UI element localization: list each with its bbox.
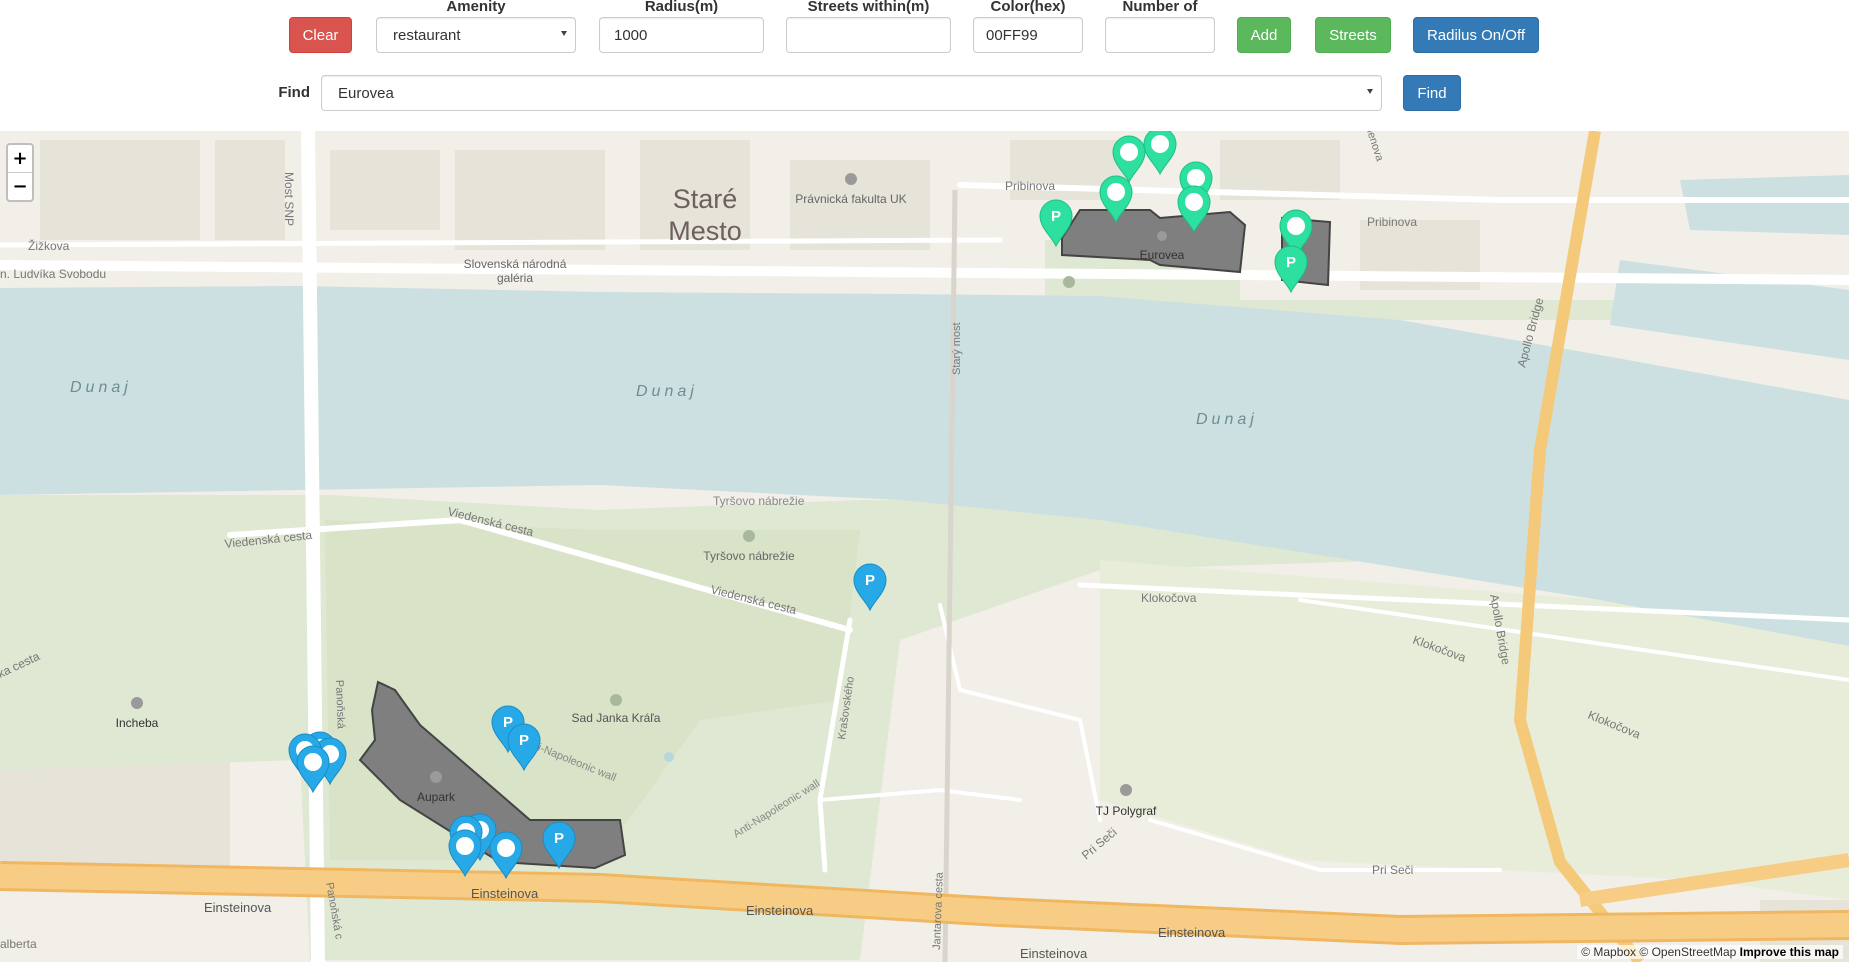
find-select-value: Eurovea <box>338 84 394 102</box>
label-incheba: Incheba <box>116 716 159 730</box>
clear-button[interactable]: Clear <box>289 17 352 53</box>
color-label: Color(hex) <box>990 0 1066 15</box>
label-dunaj: Dunaj <box>1196 411 1258 428</box>
amenity-select-value: restaurant <box>393 26 461 44</box>
label-stary-most: Starý most <box>951 322 963 375</box>
label-tj-polygraf: TJ Polygraf <box>1096 804 1157 818</box>
streets-button[interactable]: Streets <box>1315 17 1391 53</box>
attribution-osm[interactable]: © OpenStreetMap <box>1639 945 1736 959</box>
streets-within-input[interactable] <box>786 17 951 53</box>
find-select[interactable]: Eurovea <box>321 75 1382 111</box>
controls-toolbar: Clear Amenity restaurant Radius(m) 1000 … <box>0 0 1849 131</box>
amenity-label: Amenity <box>446 0 506 15</box>
label-einsteinova: Einsteinova <box>204 900 272 915</box>
parking-letter: P <box>503 714 513 731</box>
label-snd: Slovenská národná <box>464 257 567 271</box>
amenity-select[interactable]: restaurant <box>376 17 576 53</box>
parking-letter: P <box>865 572 875 589</box>
parking-letter: P <box>519 732 529 749</box>
label-pravnicka: Právnická fakulta UK <box>795 192 906 206</box>
label-einsteinova: Einsteinova <box>746 903 814 918</box>
label-klokocova: Klokočova <box>1141 591 1197 605</box>
label-dunaj: Dunaj <box>636 383 698 400</box>
map-attribution: © Mapbox © OpenStreetMap Improve this ma… <box>1577 945 1843 959</box>
label-panonska: Panoňská <box>333 680 347 730</box>
find-button[interactable]: Find <box>1403 75 1461 111</box>
streets-within-label: Streets within(m) <box>807 0 930 15</box>
label-stare-mesto: Staré <box>673 184 738 214</box>
label-einsteinova: Einsteinova <box>471 886 539 901</box>
label-alberta: alberta <box>0 937 37 951</box>
label-ludvika-svobodu: n. Ludvíka Svobodu <box>0 267 106 281</box>
zoom-out-button[interactable]: − <box>8 172 32 200</box>
label-most-snp: Most SNP <box>282 172 296 226</box>
zoom-in-button[interactable]: + <box>8 145 32 172</box>
radius-toggle-button[interactable]: Radilus On/Off <box>1413 17 1539 53</box>
label-sad-janka: Sad Janka Kráľa <box>572 711 661 725</box>
color-input[interactable]: 00FF99 <box>973 17 1083 53</box>
improve-map-link[interactable]: Improve this map <box>1740 945 1839 959</box>
label-pribinova: Pribinova <box>1005 179 1055 193</box>
label-tyrsovo: Tyršovo nábrežie <box>703 549 795 563</box>
parking-letter: P <box>1286 254 1296 271</box>
map-canvas[interactable]: Staré Mesto Právnická fakulta UK Slovens… <box>0 131 1849 962</box>
label-eurovea: Eurovea <box>1140 248 1185 262</box>
harbour-water <box>1680 175 1849 235</box>
label-snd: galéria <box>497 271 533 285</box>
label-zizkova: Žižkova <box>28 238 70 253</box>
map-view[interactable]: Staré Mesto Právnická fakulta UK Slovens… <box>0 131 1849 962</box>
radius-label: Radius(m) <box>644 0 719 15</box>
parking-letter: P <box>1051 208 1061 225</box>
label-pribinova: Pribinova <box>1367 215 1417 229</box>
add-button[interactable]: Add <box>1237 17 1291 53</box>
chevron-down-icon <box>561 31 567 36</box>
chevron-down-icon <box>1367 89 1373 94</box>
label-einsteinova: Einsteinova <box>1158 925 1226 940</box>
find-label: Find <box>278 84 310 101</box>
parking-letter: P <box>554 830 564 847</box>
number-of-input[interactable] <box>1105 17 1215 53</box>
number-of-label: Number of <box>1122 0 1198 15</box>
label-pri-seci: Pri Seči <box>1372 863 1413 877</box>
label-einsteinova: Einsteinova <box>1020 946 1088 961</box>
label-dunaj: Dunaj <box>70 379 132 396</box>
label-tyrsovo: Tyršovo nábrežie <box>713 494 805 508</box>
radius-input[interactable]: 1000 <box>599 17 764 53</box>
zoom-control: + − <box>6 143 34 202</box>
bridge-most-snp <box>301 131 325 962</box>
label-stare-mesto: Mesto <box>668 216 742 246</box>
label-aupark: Aupark <box>417 790 456 804</box>
attribution-mapbox[interactable]: © Mapbox <box>1581 945 1636 959</box>
